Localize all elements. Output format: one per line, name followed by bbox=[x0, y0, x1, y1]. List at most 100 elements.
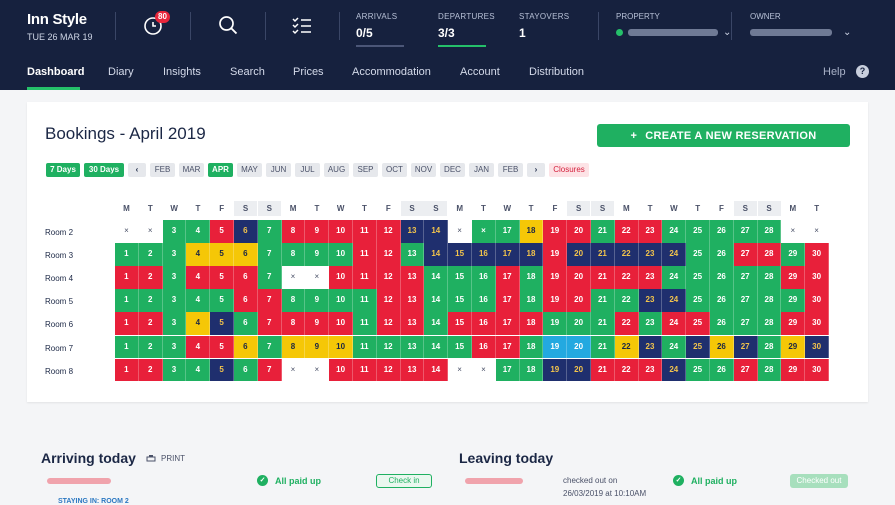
calendar-day-cell[interactable]: 18 bbox=[519, 335, 544, 359]
calendar-day-cell[interactable]: 9 bbox=[305, 243, 330, 266]
month-nov[interactable]: NOV bbox=[411, 163, 436, 177]
calendar-day-cell[interactable]: 30 bbox=[805, 312, 829, 335]
calendar-day-cell[interactable]: 4 bbox=[186, 220, 211, 243]
calendar-day-cell[interactable]: 2 bbox=[138, 243, 163, 266]
calendar-day-cell[interactable]: 1 bbox=[115, 266, 139, 289]
stayovers-stat[interactable]: STAYOVERS 1 bbox=[519, 12, 569, 40]
calendar-day-cell[interactable]: 5 bbox=[210, 220, 234, 243]
owner-selector[interactable]: OWNER ⌄ bbox=[750, 12, 851, 38]
calendar-day-cell[interactable]: 25 bbox=[686, 335, 710, 359]
calendar-day-cell[interactable]: 24 bbox=[662, 289, 687, 312]
calendar-day-cell[interactable]: 5 bbox=[210, 243, 234, 266]
next-month-icon[interactable]: › bbox=[527, 163, 545, 177]
calendar-day-cell[interactable]: × bbox=[472, 220, 496, 243]
calendar-day-cell[interactable]: 13 bbox=[400, 358, 425, 382]
calendar-day-cell[interactable]: 20 bbox=[567, 243, 591, 266]
calendar-day-cell[interactable]: 13 bbox=[400, 220, 425, 243]
arrivals-stat[interactable]: ARRIVALS 0/5 bbox=[356, 12, 404, 47]
calendar-day-cell[interactable]: 26 bbox=[710, 243, 734, 266]
calendar-day-cell[interactable]: 30 bbox=[805, 335, 829, 359]
calendar-day-cell[interactable]: 1 bbox=[115, 289, 139, 312]
calendar-day-cell[interactable]: 11 bbox=[353, 243, 377, 266]
calendar-day-cell[interactable]: 4 bbox=[186, 312, 211, 335]
calendar-day-cell[interactable]: 24 bbox=[662, 266, 687, 289]
calendar-day-cell[interactable]: 17 bbox=[495, 289, 520, 312]
calendar-day-cell[interactable]: 22 bbox=[614, 358, 639, 382]
calendar-day-cell[interactable]: 8 bbox=[281, 289, 306, 312]
checked-out-button[interactable]: Checked out bbox=[790, 474, 848, 488]
calendar-day-cell[interactable]: 13 bbox=[400, 289, 425, 312]
month-jul[interactable]: JUL bbox=[295, 163, 320, 177]
calendar-day-cell[interactable]: 21 bbox=[591, 312, 615, 335]
calendar-day-cell[interactable]: 18 bbox=[519, 266, 544, 289]
calendar-day-cell[interactable]: 14 bbox=[424, 266, 449, 289]
check-in-button[interactable]: Check in bbox=[376, 474, 432, 488]
calendar-day-cell[interactable]: 3 bbox=[162, 266, 187, 289]
calendar-day-cell[interactable]: × bbox=[281, 358, 306, 382]
calendar-day-cell[interactable]: 21 bbox=[591, 358, 615, 382]
calendar-day-cell[interactable]: 18 bbox=[519, 289, 544, 312]
help-icon[interactable]: ? bbox=[856, 65, 869, 78]
calendar-day-cell[interactable]: 19 bbox=[543, 312, 568, 335]
calendar-day-cell[interactable]: 14 bbox=[424, 335, 449, 359]
calendar-day-cell[interactable]: 12 bbox=[376, 312, 401, 335]
calendar-day-cell[interactable]: 26 bbox=[710, 335, 734, 359]
calendar-day-cell[interactable]: 16 bbox=[472, 243, 496, 266]
calendar-day-cell[interactable]: 10 bbox=[329, 243, 353, 266]
calendar-day-cell[interactable]: × bbox=[305, 266, 330, 289]
calendar-day-cell[interactable]: 3 bbox=[162, 289, 187, 312]
calendar-day-cell[interactable]: 5 bbox=[210, 266, 234, 289]
calendar-day-cell[interactable]: 20 bbox=[567, 335, 591, 359]
calendar-day-cell[interactable]: × bbox=[138, 220, 163, 243]
calendar-day-cell[interactable]: 27 bbox=[733, 220, 758, 243]
calendar-day-cell[interactable]: 16 bbox=[472, 289, 496, 312]
calendar-day-cell[interactable]: 10 bbox=[329, 358, 353, 382]
calendar-day-cell[interactable]: 17 bbox=[495, 220, 520, 243]
calendar-day-cell[interactable]: × bbox=[305, 358, 330, 382]
calendar-day-cell[interactable]: 20 bbox=[567, 358, 591, 382]
nav-prices[interactable]: Prices bbox=[293, 66, 324, 78]
calendar-day-cell[interactable]: 12 bbox=[376, 243, 401, 266]
calendar-day-cell[interactable]: 15 bbox=[448, 289, 472, 312]
calendar-day-cell[interactable]: 16 bbox=[472, 312, 496, 335]
calendar-day-cell[interactable]: 24 bbox=[662, 312, 687, 335]
calendar-day-cell[interactable]: 12 bbox=[376, 289, 401, 312]
calendar-day-cell[interactable]: 13 bbox=[400, 312, 425, 335]
calendar-day-cell[interactable]: 19 bbox=[543, 289, 568, 312]
calendar-day-cell[interactable]: 23 bbox=[638, 243, 663, 266]
calendar-day-cell[interactable]: 28 bbox=[757, 358, 782, 382]
calendar-day-cell[interactable]: 21 bbox=[591, 266, 615, 289]
calendar-day-cell[interactable]: 26 bbox=[710, 289, 734, 312]
calendar-day-cell[interactable]: 15 bbox=[448, 266, 472, 289]
calendar-day-cell[interactable]: × bbox=[281, 266, 306, 289]
calendar-day-cell[interactable]: 7 bbox=[257, 358, 282, 382]
calendar-day-cell[interactable]: 27 bbox=[733, 243, 758, 266]
calendar-day-cell[interactable]: 6 bbox=[234, 220, 258, 243]
nav-insights[interactable]: Insights bbox=[163, 66, 201, 78]
create-reservation-button[interactable]: + CREATE A NEW RESERVATION bbox=[597, 124, 850, 147]
calendar-day-cell[interactable]: 22 bbox=[614, 266, 639, 289]
calendar-day-cell[interactable]: 6 bbox=[234, 289, 258, 312]
calendar-day-cell[interactable]: 30 bbox=[805, 243, 829, 266]
calendar-day-cell[interactable]: 26 bbox=[710, 312, 734, 335]
nav-account[interactable]: Account bbox=[460, 66, 500, 78]
calendar-day-cell[interactable]: 29 bbox=[781, 266, 806, 289]
calendar-day-cell[interactable]: 20 bbox=[567, 266, 591, 289]
calendar-day-cell[interactable]: 3 bbox=[162, 243, 187, 266]
calendar-day-cell[interactable]: 10 bbox=[329, 312, 353, 335]
calendar-day-cell[interactable]: 7 bbox=[257, 335, 282, 359]
calendar-day-cell[interactable]: 3 bbox=[162, 335, 187, 359]
calendar-day-cell[interactable]: 27 bbox=[733, 312, 758, 335]
calendar-day-cell[interactable]: 23 bbox=[638, 335, 663, 359]
calendar-day-cell[interactable]: 23 bbox=[638, 289, 663, 312]
calendar-day-cell[interactable]: 26 bbox=[710, 266, 734, 289]
calendar-day-cell[interactable]: × bbox=[805, 220, 829, 243]
calendar-day-cell[interactable]: 7 bbox=[257, 220, 282, 243]
calendar-day-cell[interactable]: 15 bbox=[448, 335, 472, 359]
calendar-day-cell[interactable]: 21 bbox=[591, 220, 615, 243]
guest-name-redacted[interactable] bbox=[465, 478, 523, 484]
calendar-day-cell[interactable]: 13 bbox=[400, 335, 425, 359]
calendar-day-cell[interactable]: 1 bbox=[115, 243, 139, 266]
departures-stat[interactable]: DEPARTURES 3/3 bbox=[438, 12, 495, 47]
calendar-day-cell[interactable]: 14 bbox=[424, 243, 449, 266]
